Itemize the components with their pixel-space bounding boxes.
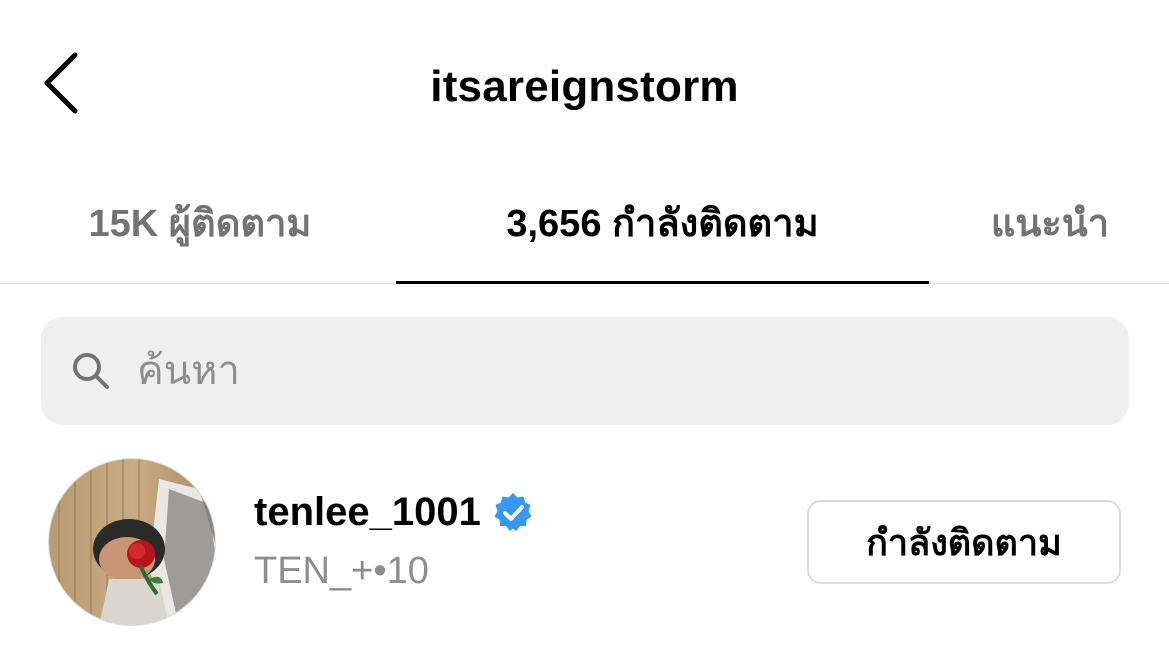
search-icon — [71, 350, 113, 392]
list-item[interactable]: tenlee_1001 TEN_+•10 กำลังติดตาม — [0, 450, 1169, 640]
avatar[interactable] — [48, 458, 216, 626]
tab-following[interactable]: 3,656 กำลังติดตาม — [396, 192, 929, 252]
search-input[interactable] — [137, 336, 1129, 406]
verified-badge-icon — [494, 492, 532, 531]
tab-followers[interactable]: 15K ผู้ติดตาม — [20, 192, 380, 252]
active-tab-indicator — [396, 281, 929, 284]
tab-bar: 15K ผู้ติดตาม 3,656 กำลังติดตาม แนะนำ — [0, 170, 1169, 285]
username[interactable]: tenlee_1001 — [254, 490, 481, 535]
top-navigation-bar: itsareignstorm — [0, 0, 1169, 170]
page-title: itsareignstorm — [430, 62, 739, 111]
following-button[interactable]: กำลังติดตาม — [807, 500, 1121, 584]
following-list-screen: itsareignstorm 15K ผู้ติดตาม 3,656 กำลัง… — [0, 0, 1169, 650]
tab-suggested[interactable]: แนะนำ — [940, 192, 1160, 252]
search-bar[interactable] — [41, 317, 1129, 425]
avatar-photo — [49, 459, 215, 625]
full-name: TEN_+•10 — [254, 550, 429, 592]
username-line: tenlee_1001 — [254, 490, 535, 535]
